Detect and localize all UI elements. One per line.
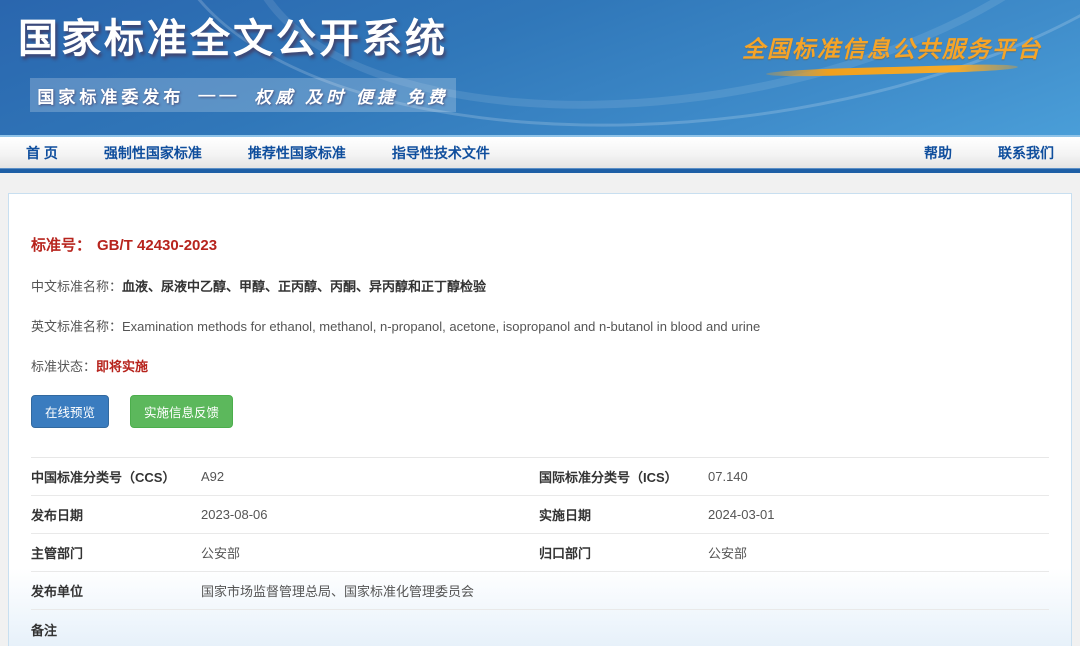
ics-label: 国际标准分类号（ICS） <box>539 467 708 486</box>
table-row-remarks: 备注 <box>31 610 1049 646</box>
dash-separator: —— <box>198 85 240 105</box>
site-header: 国家标准全文公开系统 国家标准委发布 —— 权威 及时 便捷 免费 全国标准信息… <box>0 0 1080 137</box>
implement-date-value: 2024-03-01 <box>708 507 1049 522</box>
en-name-value: Examination methods for ethanol, methano… <box>122 319 760 334</box>
cn-name-value: 血液、尿液中乙醇、甲醇、正丙醇、丙酮、异丙醇和正丁醇检验 <box>122 279 486 294</box>
nav-item-mandatory-standards[interactable]: 强制性国家标准 <box>104 143 202 163</box>
en-name-label: 英文标准名称： <box>31 319 122 334</box>
standard-detail-card: 标准号： GB/T 42430-2023 中文标准名称：血液、尿液中乙醇、甲醇、正… <box>8 193 1072 646</box>
standard-number-line: 标准号： GB/T 42430-2023 <box>31 234 1049 255</box>
nav-item-recommended-standards[interactable]: 推荐性国家标准 <box>248 143 346 163</box>
cn-name-label: 中文标准名称： <box>31 279 122 294</box>
nav-item-home[interactable]: 首 页 <box>26 143 58 163</box>
remarks-label: 备注 <box>31 620 201 639</box>
centralized-dept-value: 公安部 <box>708 543 1049 562</box>
standard-number-value: GB/T 42430-2023 <box>97 237 217 254</box>
ccs-label: 中国标准分类号（CCS） <box>31 467 201 486</box>
centralized-dept-label: 归口部门 <box>539 543 708 562</box>
standard-number-label: 标准号： <box>31 237 91 254</box>
ics-value: 07.140 <box>708 469 1049 484</box>
platform-slogan: 全国标准信息公共服务平台 <box>742 30 1042 74</box>
header-sub-banner: 国家标准委发布 —— 权威 及时 便捷 免费 <box>30 78 456 112</box>
nav-item-guiding-documents[interactable]: 指导性技术文件 <box>392 143 490 163</box>
implementation-feedback-button[interactable]: 实施信息反馈 <box>130 395 233 428</box>
site-title: 国家标准全文公开系统 <box>18 6 448 64</box>
publisher-label: 国家标准委发布 <box>37 83 184 108</box>
status-label: 标准状态： <box>31 359 96 374</box>
platform-slogan-text: 全国标准信息公共服务平台 <box>742 30 1042 64</box>
table-row-classification: 中国标准分类号（CCS） A92 国际标准分类号（ICS） 07.140 <box>31 458 1049 496</box>
issuing-unit-value: 国家市场监督管理总局、国家标准化管理委员会 <box>201 581 539 600</box>
en-name-line: 英文标准名称：Examination methods for ethanol, … <box>31 316 1049 335</box>
publish-date-value: 2023-08-06 <box>201 507 539 522</box>
action-buttons-row: 在线预览 实施信息反馈 <box>31 395 1049 428</box>
table-row-issuing-unit: 发布单位 国家市场监督管理总局、国家标准化管理委员会 <box>31 572 1049 610</box>
table-row-dates: 发布日期 2023-08-06 实施日期 2024-03-01 <box>31 496 1049 534</box>
status-badge: 即将实施 <box>96 359 148 374</box>
competent-dept-value: 公安部 <box>201 543 539 562</box>
ccs-value: A92 <box>201 469 539 484</box>
cn-name-line: 中文标准名称：血液、尿液中乙醇、甲醇、正丙醇、丙酮、异丙醇和正丁醇检验 <box>31 276 1049 295</box>
competent-dept-label: 主管部门 <box>31 543 201 562</box>
table-row-departments: 主管部门 公安部 归口部门 公安部 <box>31 534 1049 572</box>
nav-item-contact-us[interactable]: 联系我们 <box>998 143 1054 163</box>
header-slogan: 权威 及时 便捷 免费 <box>254 83 448 108</box>
online-preview-button[interactable]: 在线预览 <box>31 395 109 428</box>
implement-date-label: 实施日期 <box>539 505 708 524</box>
status-line: 标准状态：即将实施 <box>31 356 1049 375</box>
issuing-unit-label: 发布单位 <box>31 581 201 600</box>
main-nav: 首 页 强制性国家标准 推荐性国家标准 指导性技术文件 帮助 联系我们 <box>0 137 1080 173</box>
publish-date-label: 发布日期 <box>31 505 201 524</box>
nav-item-help[interactable]: 帮助 <box>924 143 952 163</box>
